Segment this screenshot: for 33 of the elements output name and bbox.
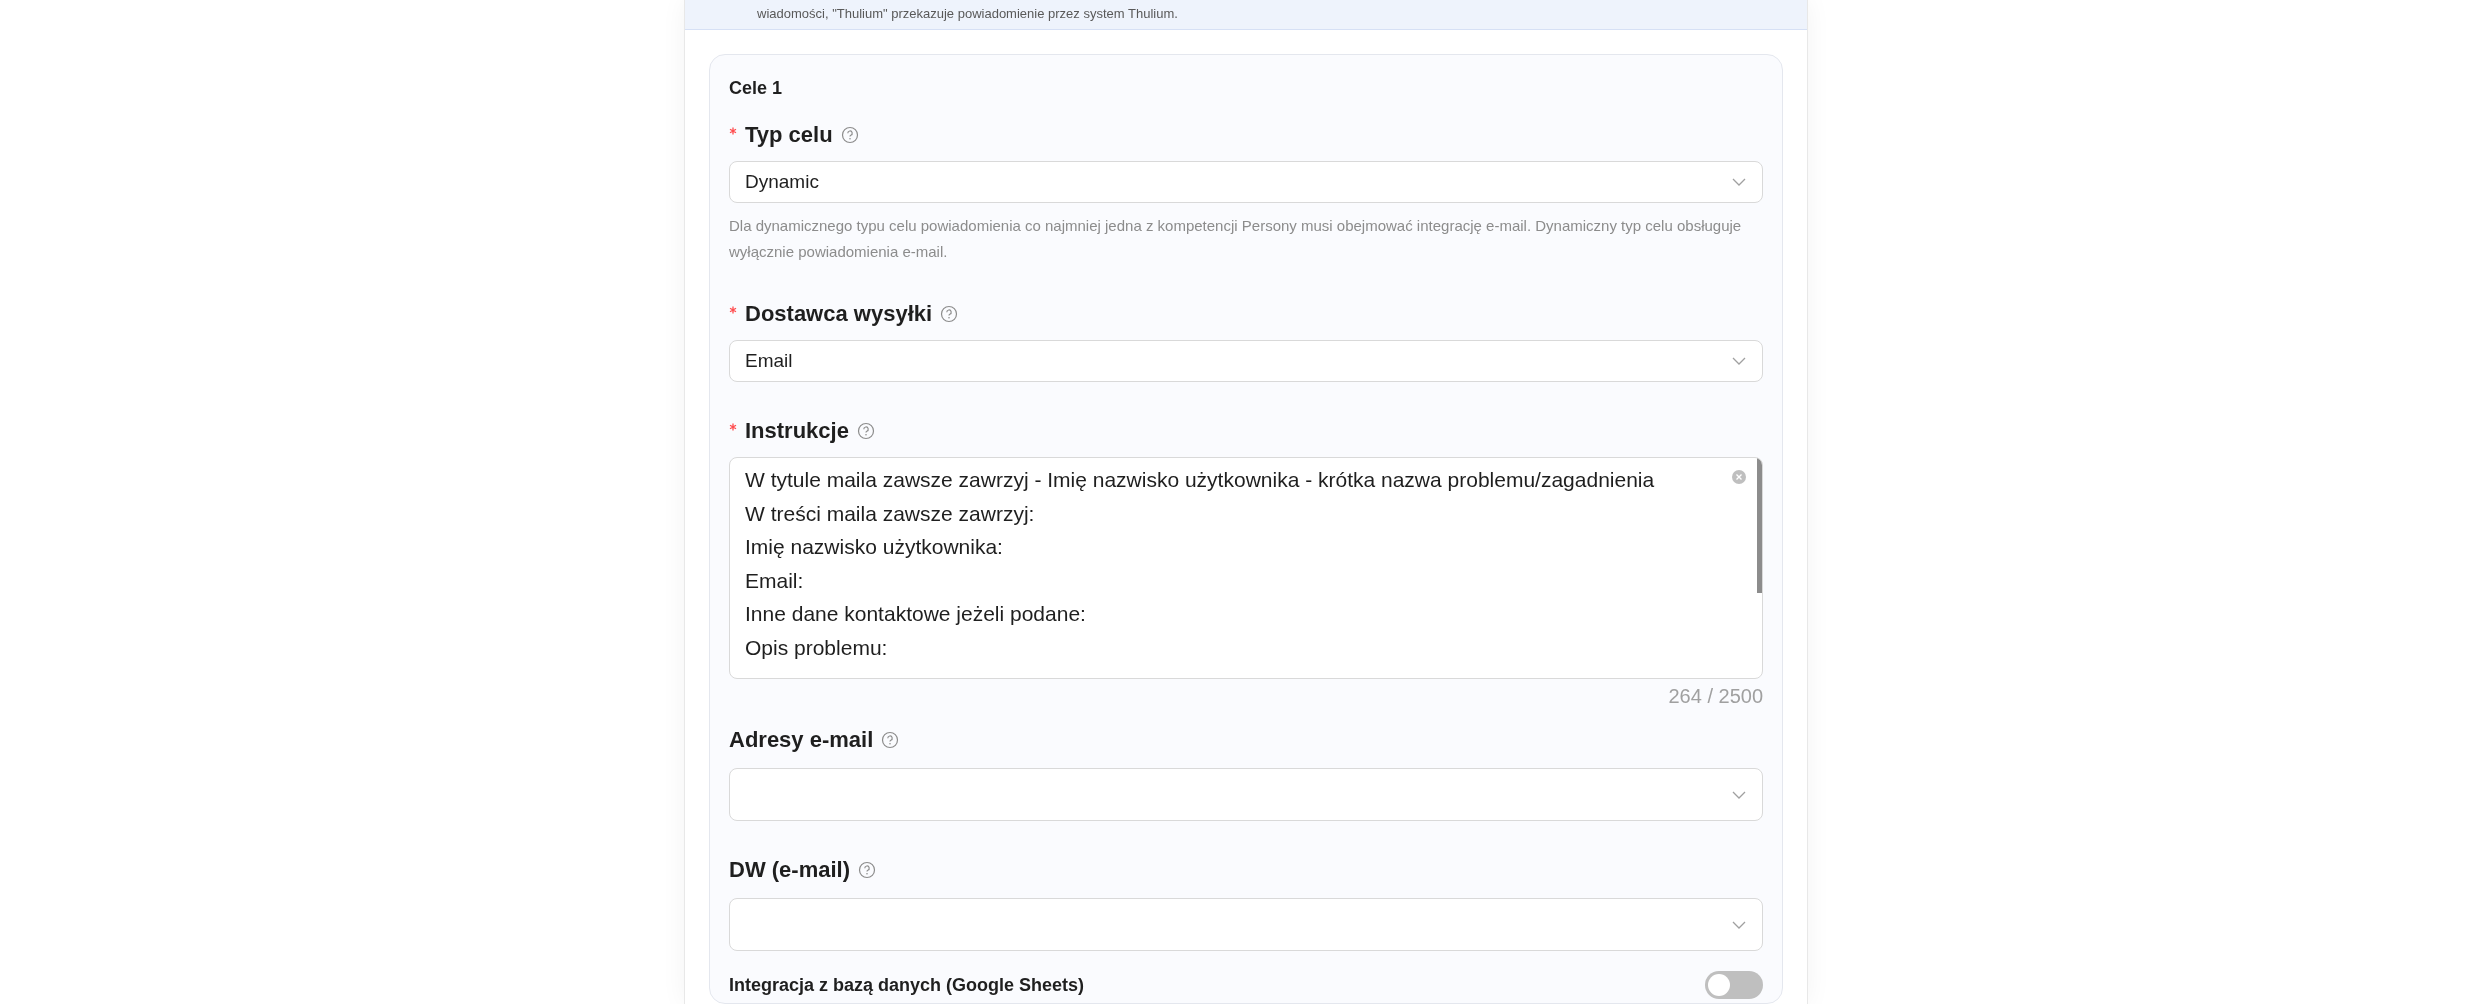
chevron-down-icon	[1731, 177, 1747, 187]
textarea-line: Imię nazwisko użytkownika:	[745, 534, 1003, 560]
select-field[interactable]	[729, 768, 1763, 821]
banner-text: wiadomości, "Thulium" przekazuje powiadomienie przez system Thulium.	[757, 4, 1178, 23]
help-icon	[940, 304, 959, 323]
help-icon	[858, 860, 876, 879]
select-field[interactable]: Dynamic	[729, 161, 1763, 203]
chevron-down-icon	[1731, 789, 1747, 800]
select-field[interactable]	[729, 898, 1763, 951]
card-title: Cele 1	[729, 77, 784, 100]
help-icon	[856, 421, 875, 440]
toggle-label: Integracja z bazą danych (Google Sheets)	[729, 973, 1085, 997]
textarea-line: Email:	[745, 567, 804, 594]
field-label: Instrukcje	[745, 417, 849, 445]
toggle-switch[interactable]	[1705, 971, 1763, 999]
character-counter: 264 / 2500	[1668, 684, 1763, 709]
field-label: DW (e-mail)	[729, 856, 850, 884]
field-label: Dostawca wysyłki	[745, 300, 933, 328]
textarea-line: Inne dane kontaktowe jeżeli podane:	[745, 601, 1086, 627]
textarea-line: Opis problemu:	[745, 634, 888, 661]
textarea-line: W treści maila zawsze zawrzyj:	[745, 500, 1035, 527]
field-label: Typ celu	[745, 121, 833, 149]
field-hint: Dla dynamicznego typu celu powiadomienia co najmniej jedna z kompetencji Persony musi obejmować integrację e-mail. Dynamiczny typ celu obsługuje wyłącznie powiadomienia e-mail.	[729, 216, 1743, 262]
field-label: Adresy e-mail	[729, 726, 874, 754]
help-icon	[881, 730, 900, 749]
clear-icon[interactable]	[1731, 469, 1747, 485]
help-icon	[840, 125, 859, 144]
chevron-down-icon	[1731, 919, 1747, 930]
chevron-down-icon	[1731, 356, 1747, 366]
textarea-field[interactable]	[729, 457, 1763, 679]
textarea-line: W tytule maila zawsze zawrzyj - Imię nazwisko użytkownika - krótka nazwa problemu/zagadnienia	[745, 467, 1655, 493]
scrollbar-thumb[interactable]	[1757, 458, 1762, 593]
select-field[interactable]: Email	[729, 340, 1763, 382]
